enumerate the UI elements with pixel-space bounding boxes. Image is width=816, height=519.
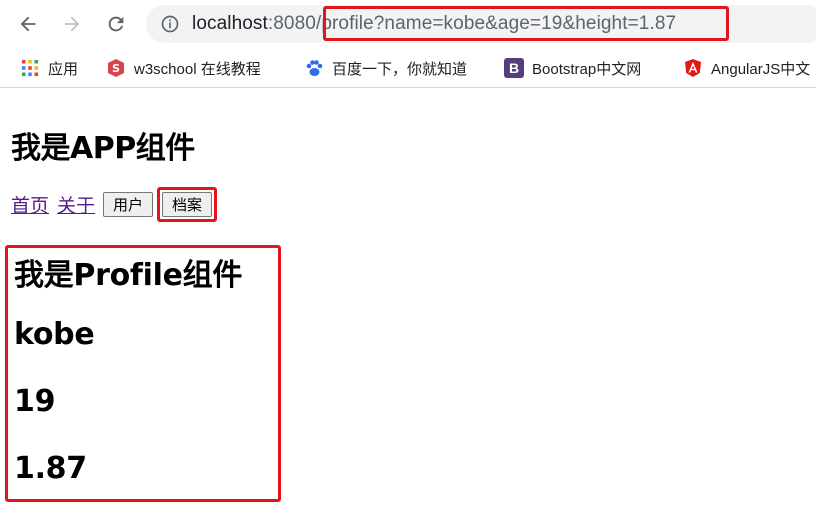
bookmark-label: 应用 (48, 60, 79, 78)
bookmark-label: 百度一下，你就知道 (332, 60, 468, 78)
url-highlight-box (323, 6, 729, 41)
w3school-icon: S (106, 58, 126, 78)
reload-button[interactable] (102, 10, 130, 38)
profile-title: 我是Profile组件 (14, 258, 243, 293)
profile-button[interactable]: 档案 (162, 191, 213, 217)
apps-grid-icon (20, 58, 40, 78)
bookmarks-bar: 应用 S w3school 在线教程 百度一下，你就知道 B Bootstrap… (0, 48, 816, 88)
back-button[interactable] (14, 10, 42, 38)
url-host: localhost (192, 13, 268, 34)
user-button[interactable]: 用户 (103, 191, 154, 217)
nav-link-about[interactable]: 关于 (57, 191, 95, 218)
app-title: 我是APP组件 (11, 131, 195, 166)
forward-button[interactable] (58, 10, 86, 38)
nav-link-home[interactable]: 首页 (11, 191, 49, 218)
profile-name: kobe (14, 317, 95, 352)
bookmark-label: AngularJS中文 (711, 60, 811, 78)
browser-toolbar: localhost:8080/profile?name=kobe&age=19&… (0, 0, 816, 48)
angular-icon (683, 58, 703, 78)
bookmark-apps[interactable]: 应用 (20, 56, 78, 80)
profile-component-highlight: 我是Profile组件 kobe 19 1.87 (5, 245, 281, 502)
bookmark-bootstrap[interactable]: B Bootstrap中文网 (504, 56, 641, 80)
bookmark-baidu[interactable]: 百度一下，你就知道 (304, 56, 467, 80)
reload-icon (108, 16, 124, 32)
url-port: :8080 (267, 13, 316, 34)
page-content: 我是APP组件 首页 关于 用户 档案 我是Profile组件 kobe 19 … (0, 89, 816, 519)
forward-arrow-icon (64, 16, 80, 32)
bookmark-w3school[interactable]: S w3school 在线教程 (106, 56, 261, 80)
info-icon[interactable] (160, 14, 180, 34)
profile-height: 1.87 (14, 451, 87, 486)
profile-age: 19 (14, 384, 56, 419)
bootstrap-icon: B (504, 58, 524, 78)
bookmark-angularjs[interactable]: AngularJS中文 (683, 56, 810, 80)
baidu-paw-icon (304, 58, 324, 78)
bookmark-label: w3school 在线教程 (134, 60, 261, 78)
profile-button-highlight: 档案 (157, 186, 218, 222)
bookmark-label: Bootstrap中文网 (532, 60, 642, 78)
svg-text:S: S (112, 62, 120, 75)
back-arrow-icon (20, 16, 36, 32)
app-nav: 首页 关于 用户 档案 (11, 186, 218, 222)
